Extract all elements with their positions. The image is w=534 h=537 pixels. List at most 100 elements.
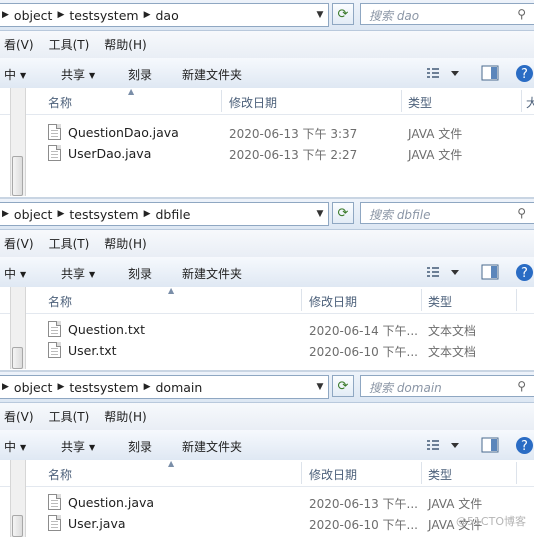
refresh-button[interactable]: ⟳ <box>332 3 354 25</box>
breadcrumb-current[interactable]: domain <box>153 380 206 395</box>
address-bar: ▶ object ▶ testsystem ▶ domain ▼ ⟳ 搜索 do… <box>0 372 534 403</box>
column-divider[interactable] <box>421 289 422 311</box>
breadcrumb-testsystem[interactable]: testsystem <box>66 8 141 23</box>
column-name[interactable]: 名称 <box>48 94 72 111</box>
include-in-library-button[interactable]: 中 ▼ <box>4 66 26 83</box>
burn-button[interactable]: 刻录 <box>128 438 152 455</box>
column-type[interactable]: 类型 <box>428 293 452 310</box>
breadcrumb[interactable]: ▶ object ▶ testsystem ▶ domain ▼ <box>0 375 329 399</box>
file-date: 2020-06-14 下午... <box>309 324 418 338</box>
dropdown-arrow-icon[interactable]: ▼ <box>312 209 328 219</box>
chevron-right-icon[interactable]: ▶ <box>0 10 11 20</box>
preview-pane-icon[interactable] <box>481 437 499 453</box>
share-button[interactable]: 共享 ▼ <box>61 66 95 83</box>
breadcrumb[interactable]: ▶ object ▶ testsystem ▶ dbfile ▼ <box>0 202 329 226</box>
watermark: @51CTO博客 <box>455 515 526 528</box>
help-icon[interactable]: ? <box>515 436 534 455</box>
breadcrumb-testsystem[interactable]: testsystem <box>66 207 141 222</box>
include-in-library-button[interactable]: 中 ▼ <box>4 438 26 455</box>
dropdown-arrow-icon[interactable]: ▼ <box>312 10 328 20</box>
menu-tools[interactable]: 工具(T) <box>43 36 99 53</box>
views-icon[interactable] <box>425 436 465 454</box>
menu-help[interactable]: 帮助(H) <box>98 36 155 53</box>
help-icon[interactable]: ? <box>515 263 534 282</box>
help-icon[interactable]: ? <box>515 64 534 83</box>
command-label: 中 <box>4 267 17 281</box>
chevron-right-icon[interactable]: ▶ <box>55 209 66 219</box>
chevron-right-icon[interactable]: ▶ <box>142 382 153 392</box>
column-divider[interactable] <box>301 462 302 484</box>
file-name: Question.java <box>68 495 155 510</box>
chevron-right-icon[interactable]: ▶ <box>0 382 11 392</box>
scrollbar-thumb[interactable] <box>12 515 23 537</box>
search-input[interactable]: 搜索 dbfile ⚲ <box>360 202 534 224</box>
new-folder-button[interactable]: 新建文件夹 <box>182 438 242 455</box>
search-input[interactable]: 搜索 dao ⚲ <box>360 3 534 25</box>
burn-button[interactable]: 刻录 <box>128 265 152 282</box>
nav-pane-scrollbar[interactable] <box>10 287 26 369</box>
column-date[interactable]: 修改日期 <box>309 293 357 310</box>
share-button[interactable]: 共享 ▼ <box>61 265 95 282</box>
search-input[interactable]: 搜索 domain ⚲ <box>360 375 534 397</box>
menu-help[interactable]: 帮助(H) <box>98 408 155 425</box>
menu-view[interactable]: 看(V) <box>0 36 43 53</box>
burn-button[interactable]: 刻录 <box>128 66 152 83</box>
column-divider[interactable] <box>516 462 517 484</box>
breadcrumb-object[interactable]: object <box>11 207 56 222</box>
breadcrumb-current[interactable]: dao <box>153 8 182 23</box>
scrollbar-thumb[interactable] <box>12 156 23 196</box>
preview-pane-icon[interactable] <box>481 264 499 280</box>
breadcrumb-object[interactable]: object <box>11 380 56 395</box>
new-folder-button[interactable]: 新建文件夹 <box>182 265 242 282</box>
nav-pane-scrollbar[interactable] <box>10 460 26 537</box>
file-row[interactable]: Question.txt 2020-06-14 下午... 文本文档 <box>48 320 534 340</box>
file-row[interactable]: UserDao.java 2020-06-13 下午 2:27 JAVA 文件 <box>48 144 534 164</box>
menu-view[interactable]: 看(V) <box>0 408 43 425</box>
column-date[interactable]: 修改日期 <box>309 466 357 483</box>
include-in-library-button[interactable]: 中 ▼ <box>4 265 26 282</box>
search-icon[interactable]: ⚲ <box>517 7 526 21</box>
column-divider[interactable] <box>301 289 302 311</box>
file-type: 文本文档 <box>428 324 477 338</box>
refresh-button[interactable]: ⟳ <box>332 375 354 397</box>
chevron-right-icon[interactable]: ▶ <box>0 209 11 219</box>
column-name[interactable]: 名称 <box>48 466 72 483</box>
breadcrumb-object[interactable]: object <box>11 8 56 23</box>
breadcrumb[interactable]: ▶ object ▶ testsystem ▶ dao ▼ <box>0 3 329 27</box>
chevron-right-icon[interactable]: ▶ <box>55 382 66 392</box>
chevron-right-icon[interactable]: ▶ <box>142 209 153 219</box>
breadcrumb-current[interactable]: dbfile <box>153 207 194 222</box>
file-row[interactable]: QuestionDao.java 2020-06-13 下午 3:37 JAVA… <box>48 123 534 143</box>
column-divider[interactable] <box>401 90 402 112</box>
menu-tools[interactable]: 工具(T) <box>43 408 99 425</box>
share-button[interactable]: 共享 ▼ <box>61 438 95 455</box>
column-name[interactable]: 名称 <box>48 293 72 310</box>
column-divider[interactable] <box>521 90 522 112</box>
column-divider[interactable] <box>516 289 517 311</box>
views-icon[interactable] <box>425 263 465 281</box>
file-row[interactable]: Question.java 2020-06-13 下午... JAVA 文件 <box>48 493 534 513</box>
refresh-button[interactable]: ⟳ <box>332 202 354 224</box>
column-type[interactable]: 类型 <box>428 466 452 483</box>
menu-tools[interactable]: 工具(T) <box>43 235 99 252</box>
nav-pane-scrollbar[interactable] <box>10 88 26 196</box>
column-date[interactable]: 修改日期 <box>229 94 277 111</box>
search-icon[interactable]: ⚲ <box>517 206 526 220</box>
views-icon[interactable] <box>425 64 465 82</box>
chevron-right-icon[interactable]: ▶ <box>142 10 153 20</box>
chevron-right-icon[interactable]: ▶ <box>55 10 66 20</box>
column-divider[interactable] <box>421 462 422 484</box>
menu-help[interactable]: 帮助(H) <box>98 235 155 252</box>
preview-pane-icon[interactable] <box>481 65 499 81</box>
menu-view[interactable]: 看(V) <box>0 235 43 252</box>
dropdown-arrow-icon: ▼ <box>89 443 96 452</box>
column-size[interactable]: 大 <box>526 94 534 111</box>
dropdown-arrow-icon[interactable]: ▼ <box>312 382 328 392</box>
column-divider[interactable] <box>221 90 222 112</box>
breadcrumb-testsystem[interactable]: testsystem <box>66 380 141 395</box>
new-folder-button[interactable]: 新建文件夹 <box>182 66 242 83</box>
file-row[interactable]: User.txt 2020-06-10 下午... 文本文档 <box>48 341 534 361</box>
scrollbar-thumb[interactable] <box>12 347 23 369</box>
search-icon[interactable]: ⚲ <box>517 379 526 393</box>
column-type[interactable]: 类型 <box>408 94 432 111</box>
